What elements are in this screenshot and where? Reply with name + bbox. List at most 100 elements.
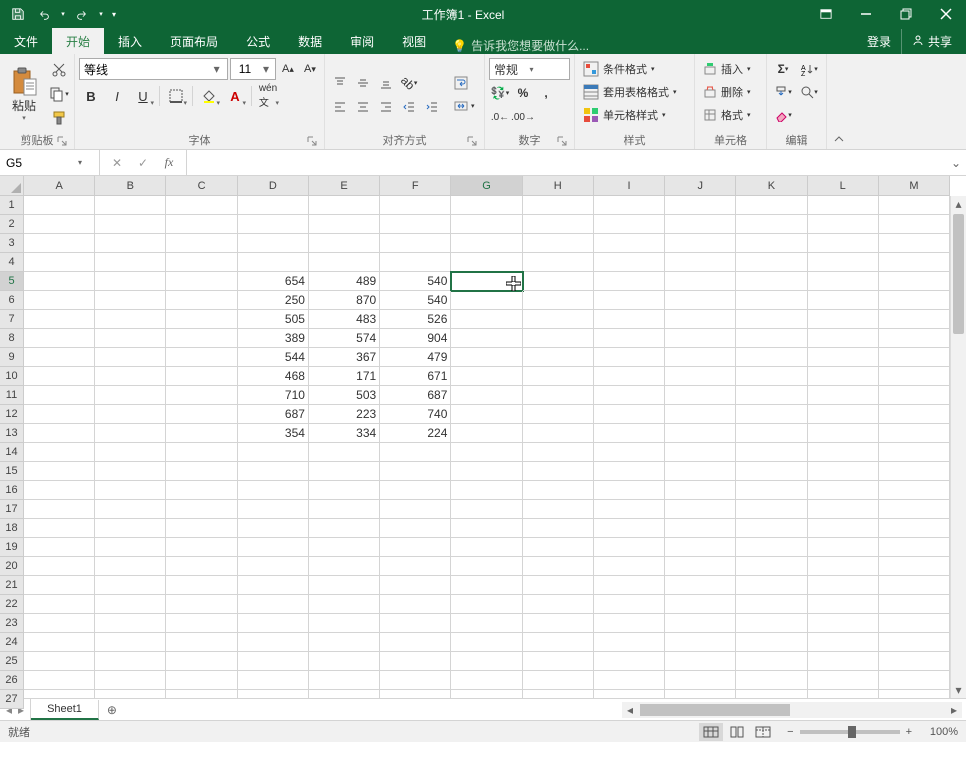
select-all-corner[interactable] — [0, 176, 24, 196]
dialog-launcher-icon[interactable] — [466, 135, 478, 147]
cell[interactable] — [736, 329, 807, 348]
cell[interactable]: 710 — [238, 386, 309, 405]
cell[interactable] — [594, 519, 665, 538]
cell[interactable] — [166, 234, 237, 253]
find-select-button[interactable]: ▾ — [797, 81, 821, 103]
cell[interactable] — [380, 614, 451, 633]
cell[interactable] — [665, 310, 736, 329]
cell[interactable] — [380, 671, 451, 690]
cell[interactable] — [309, 253, 380, 272]
cell[interactable] — [166, 424, 237, 443]
cell[interactable] — [665, 690, 736, 698]
cell[interactable] — [594, 386, 665, 405]
cell[interactable] — [594, 253, 665, 272]
cell[interactable] — [808, 557, 879, 576]
cell[interactable] — [594, 443, 665, 462]
cell[interactable] — [451, 329, 522, 348]
cell[interactable] — [808, 462, 879, 481]
cell[interactable] — [523, 671, 594, 690]
cell[interactable] — [451, 462, 522, 481]
cell[interactable] — [238, 234, 309, 253]
cell[interactable] — [736, 405, 807, 424]
cell[interactable] — [238, 443, 309, 462]
cell[interactable]: 544 — [238, 348, 309, 367]
cell[interactable] — [523, 652, 594, 671]
cell[interactable] — [24, 652, 95, 671]
cell[interactable] — [523, 443, 594, 462]
scroll-right-arrow[interactable]: ▸ — [946, 702, 962, 718]
cell[interactable] — [736, 652, 807, 671]
column-header[interactable]: I — [594, 176, 665, 196]
cell[interactable] — [879, 253, 950, 272]
row-header[interactable]: 10 — [0, 367, 24, 386]
cell[interactable] — [451, 386, 522, 405]
cell[interactable] — [736, 253, 807, 272]
cell[interactable] — [736, 348, 807, 367]
cell[interactable] — [665, 348, 736, 367]
zoom-slider[interactable] — [800, 730, 900, 734]
cell[interactable] — [665, 500, 736, 519]
cell[interactable] — [95, 234, 166, 253]
cell[interactable] — [808, 386, 879, 405]
cell[interactable] — [879, 557, 950, 576]
cell[interactable] — [24, 386, 95, 405]
cell[interactable] — [736, 538, 807, 557]
name-box[interactable]: ▾ — [0, 150, 100, 175]
cell[interactable] — [523, 576, 594, 595]
cell[interactable] — [95, 291, 166, 310]
cell[interactable] — [736, 671, 807, 690]
tab-review[interactable]: 审阅 — [336, 28, 388, 54]
cell[interactable] — [879, 234, 950, 253]
cell[interactable] — [523, 234, 594, 253]
cell[interactable] — [95, 386, 166, 405]
cell[interactable] — [665, 462, 736, 481]
column-header[interactable]: L — [808, 176, 879, 196]
cell[interactable] — [879, 633, 950, 652]
cell[interactable] — [879, 481, 950, 500]
cell[interactable] — [523, 538, 594, 557]
sort-filter-button[interactable]: AZ▾ — [797, 58, 821, 80]
cell[interactable] — [166, 690, 237, 698]
copy-button[interactable]: ▾ — [48, 83, 70, 105]
cell[interactable] — [808, 595, 879, 614]
cell[interactable] — [523, 272, 594, 291]
cell[interactable] — [879, 405, 950, 424]
cell[interactable]: 654 — [238, 272, 309, 291]
cell[interactable] — [95, 424, 166, 443]
cell[interactable] — [451, 652, 522, 671]
cell[interactable] — [166, 386, 237, 405]
cell[interactable]: 389 — [238, 329, 309, 348]
cell[interactable] — [309, 443, 380, 462]
cell[interactable] — [594, 424, 665, 443]
row-header[interactable]: 15 — [0, 462, 24, 481]
cell[interactable] — [808, 215, 879, 234]
cell[interactable]: 250 — [238, 291, 309, 310]
horizontal-scrollbar[interactable]: ◂ ▸ — [622, 702, 962, 718]
row-header[interactable]: 2 — [0, 215, 24, 234]
cell[interactable] — [523, 519, 594, 538]
close-button[interactable] — [926, 0, 966, 28]
clear-button[interactable]: ▾ — [771, 104, 795, 126]
cut-button[interactable] — [48, 59, 70, 81]
cell[interactable] — [238, 652, 309, 671]
cell[interactable] — [95, 443, 166, 462]
cell[interactable] — [166, 253, 237, 272]
row-header[interactable]: 13 — [0, 424, 24, 443]
cell[interactable] — [95, 215, 166, 234]
cell[interactable] — [166, 443, 237, 462]
row-header[interactable]: 4 — [0, 253, 24, 272]
cell[interactable] — [166, 462, 237, 481]
cell[interactable] — [736, 196, 807, 215]
cell[interactable]: 904 — [380, 329, 451, 348]
conditional-format-button[interactable]: 条件格式▾ — [579, 58, 690, 80]
cell[interactable] — [451, 367, 522, 386]
cell[interactable] — [523, 253, 594, 272]
cell[interactable] — [808, 291, 879, 310]
font-size-combo[interactable]: ▾ — [230, 58, 276, 80]
cell[interactable] — [380, 234, 451, 253]
cell[interactable] — [879, 614, 950, 633]
column-header[interactable]: H — [523, 176, 594, 196]
cell[interactable] — [808, 310, 879, 329]
cell[interactable] — [309, 633, 380, 652]
cell[interactable] — [166, 196, 237, 215]
